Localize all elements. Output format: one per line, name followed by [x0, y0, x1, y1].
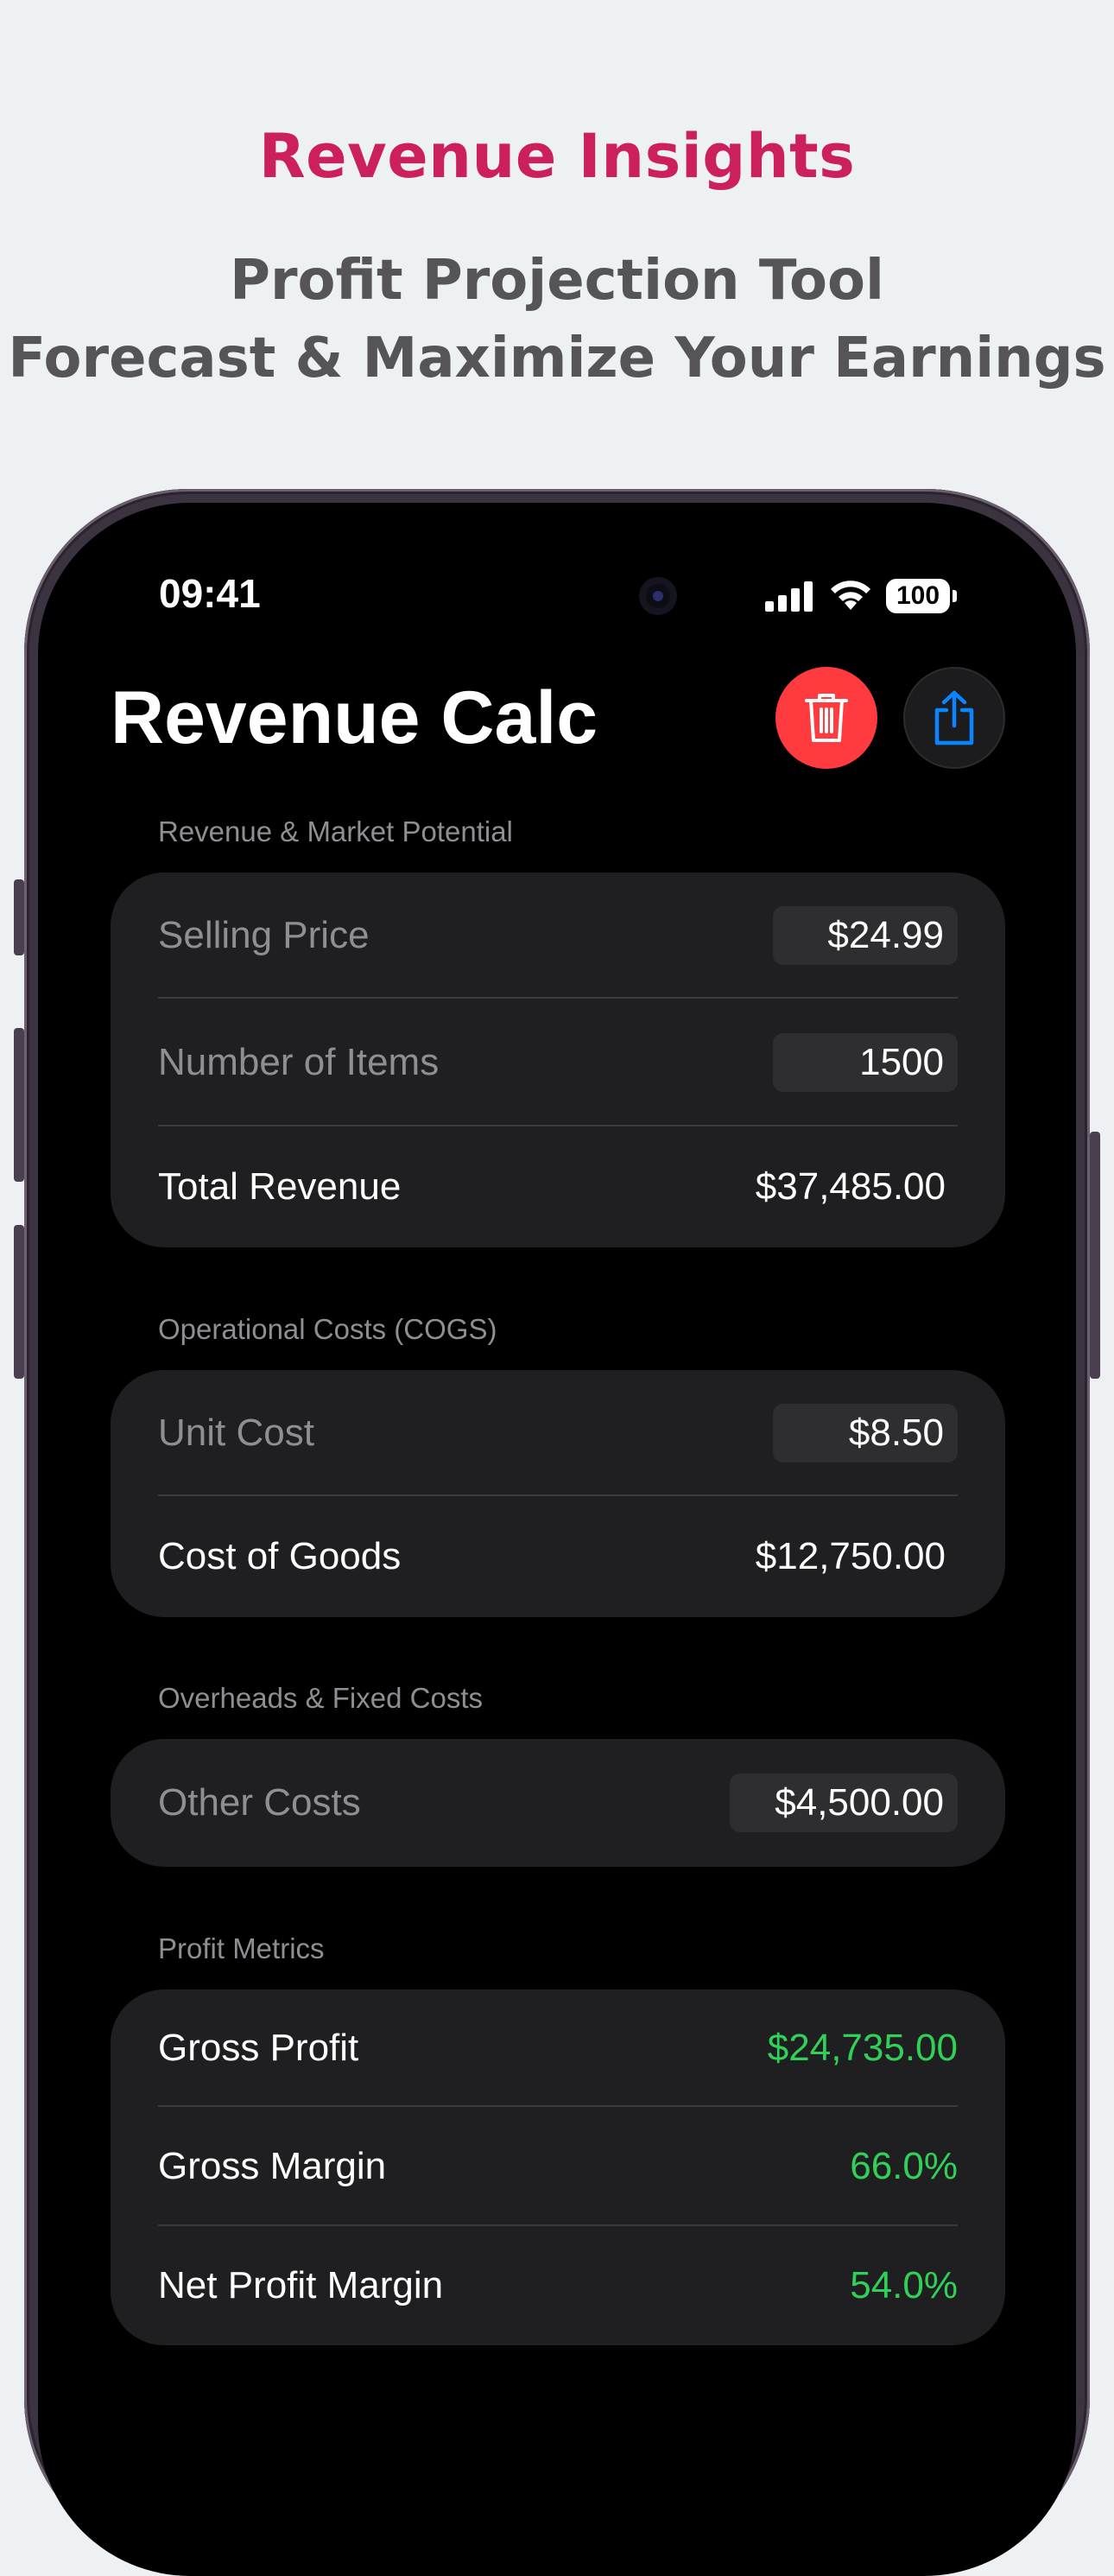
section-label-cogs: Operational Costs (COGS) — [158, 1313, 497, 1345]
revenue-card: Selling Price $24.99 Number of Items 150… — [111, 872, 1005, 1247]
delete-button[interactable] — [775, 667, 877, 769]
row-cost-of-goods: Cost of Goods $12,750.00 — [158, 1496, 958, 1617]
unit-cost-label: Unit Cost — [158, 1412, 314, 1454]
number-of-items-label: Number of Items — [158, 1041, 440, 1083]
page-title: Revenue Calc — [111, 676, 598, 759]
cost-of-goods-label: Cost of Goods — [158, 1535, 402, 1577]
row-net-profit-margin: Net Profit Margin 54.0% — [158, 2226, 958, 2345]
wifi-icon — [831, 581, 870, 610]
gross-profit-value: $24,735.00 — [767, 2027, 958, 2069]
row-other-costs: Other Costs $4,500.00 — [158, 1739, 958, 1867]
trash-icon — [805, 694, 848, 742]
side-button-volume-down — [14, 1225, 24, 1379]
profit-card: Gross Profit $24,735.00 Gross Margin 66.… — [111, 1989, 1005, 2345]
section-label-profit: Profit Metrics — [158, 1932, 325, 1964]
row-gross-profit: Gross Profit $24,735.00 — [158, 1989, 958, 2107]
net-profit-margin-value: 54.0% — [850, 2264, 958, 2306]
side-button-volume-up — [14, 1028, 24, 1182]
gross-profit-label: Gross Profit — [158, 2027, 359, 2069]
row-gross-margin: Gross Margin 66.0% — [158, 2107, 958, 2226]
unit-cost-input[interactable]: $8.50 — [773, 1404, 958, 1462]
promo-subtitle-line1: Profit Projection Tool — [230, 249, 884, 313]
side-button-power — [1090, 1132, 1100, 1379]
promo-title: Revenue Insights — [258, 121, 856, 192]
cost-of-goods-value: $12,750.00 — [755, 1535, 946, 1577]
total-revenue-label: Total Revenue — [158, 1165, 402, 1208]
share-button[interactable] — [903, 667, 1005, 769]
selling-price-input[interactable]: $24.99 — [773, 906, 958, 965]
overheads-card: Other Costs $4,500.00 — [111, 1739, 1005, 1867]
selling-price-label: Selling Price — [158, 914, 370, 956]
side-button-action — [14, 879, 24, 955]
other-costs-input[interactable]: $4,500.00 — [730, 1773, 958, 1832]
cogs-card: Unit Cost $8.50 Cost of Goods $12,750.00 — [111, 1370, 1005, 1617]
battery-icon: 100 — [886, 579, 957, 613]
battery-level: 100 — [896, 581, 940, 610]
gross-margin-label: Gross Margin — [158, 2145, 387, 2187]
row-total-revenue: Total Revenue $37,485.00 — [158, 1126, 958, 1247]
row-selling-price: Selling Price $24.99 — [158, 872, 958, 999]
row-unit-cost: Unit Cost $8.50 — [158, 1370, 958, 1496]
net-profit-margin-label: Net Profit Margin — [158, 2264, 444, 2306]
gross-margin-value: 66.0% — [850, 2145, 958, 2187]
front-camera — [639, 577, 677, 615]
status-time: 09:41 — [159, 571, 261, 616]
cellular-signal-icon — [765, 581, 813, 612]
status-icons: 100 — [763, 577, 957, 615]
total-revenue-value: $37,485.00 — [755, 1165, 946, 1208]
share-icon — [934, 690, 974, 746]
section-label-revenue: Revenue & Market Potential — [158, 815, 513, 847]
section-label-overheads: Overheads & Fixed Costs — [158, 1682, 483, 1714]
other-costs-label: Other Costs — [158, 1781, 361, 1824]
row-number-of-items: Number of Items 1500 — [158, 999, 958, 1126]
promo-subtitle-line2: Forecast & Maximize Your Earnings — [8, 327, 1106, 390]
number-of-items-input[interactable]: 1500 — [773, 1033, 958, 1092]
